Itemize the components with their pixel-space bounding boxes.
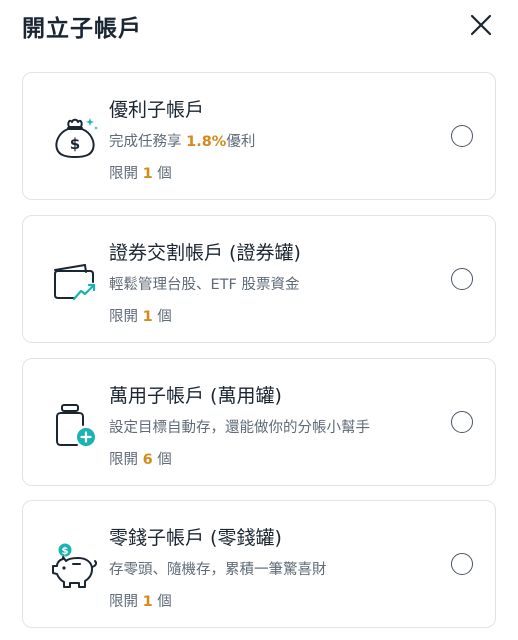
- option-title: 證券交割帳戶 (證券罐): [109, 242, 301, 264]
- radio-button[interactable]: [451, 125, 473, 147]
- piggy-bank-icon: $: [52, 543, 97, 588]
- svg-text:$: $: [70, 135, 80, 153]
- money-bag-icon: $: [55, 118, 98, 158]
- option-description: 存零頭、隨機存，累積一筆驚喜財: [109, 562, 327, 578]
- radio-button[interactable]: [451, 268, 473, 290]
- header: 開立子帳戶: [0, 0, 518, 52]
- option-card-general-account[interactable]: 萬用子帳戶 (萬用罐) 設定目標自動存，還能做你的分帳小幫手 限開 6 個: [22, 358, 496, 486]
- option-title: 零錢子帳戶 (零錢罐): [109, 527, 282, 549]
- radio-button[interactable]: [451, 553, 473, 575]
- wallet-chart-icon: [54, 264, 96, 301]
- limit-count: 6: [142, 452, 153, 468]
- radio-button[interactable]: [451, 411, 473, 433]
- option-description: 設定目標自動存，還能做你的分帳小幫手: [109, 420, 370, 436]
- option-limit: 限開 6 個: [109, 452, 172, 468]
- limit-count: 1: [142, 594, 153, 610]
- svg-text:$: $: [62, 546, 69, 557]
- limit-count: 1: [142, 166, 153, 182]
- option-title: 萬用子帳戶 (萬用罐): [109, 385, 282, 407]
- limit-count: 1: [142, 309, 153, 325]
- page-title: 開立子帳戶: [22, 16, 142, 42]
- option-description: 完成任務享 1.8%優利: [109, 134, 256, 150]
- option-limit: 限開 1 個: [109, 309, 172, 325]
- option-card-change-account[interactable]: $ 零錢子帳戶 (零錢罐) 存零頭、隨機存，累積一筆驚喜財 限開 1 個: [22, 500, 496, 628]
- rate-highlight: 1.8%: [186, 134, 227, 150]
- option-card-premium-subaccount[interactable]: $ 優利子帳戶 完成任務享 1.8%優利 限開 1 個: [22, 72, 496, 200]
- option-limit: 限開 1 個: [109, 166, 172, 182]
- option-limit: 限開 1 個: [109, 594, 172, 610]
- close-icon[interactable]: [466, 10, 496, 40]
- option-title: 優利子帳戶: [109, 99, 205, 121]
- option-card-securities-account[interactable]: 證券交割帳戶 (證券罐) 輕鬆管理台股、ETF 股票資金 限開 1 個: [22, 215, 496, 343]
- option-description: 輕鬆管理台股、ETF 股票資金: [109, 277, 300, 293]
- jar-add-icon: [56, 404, 95, 446]
